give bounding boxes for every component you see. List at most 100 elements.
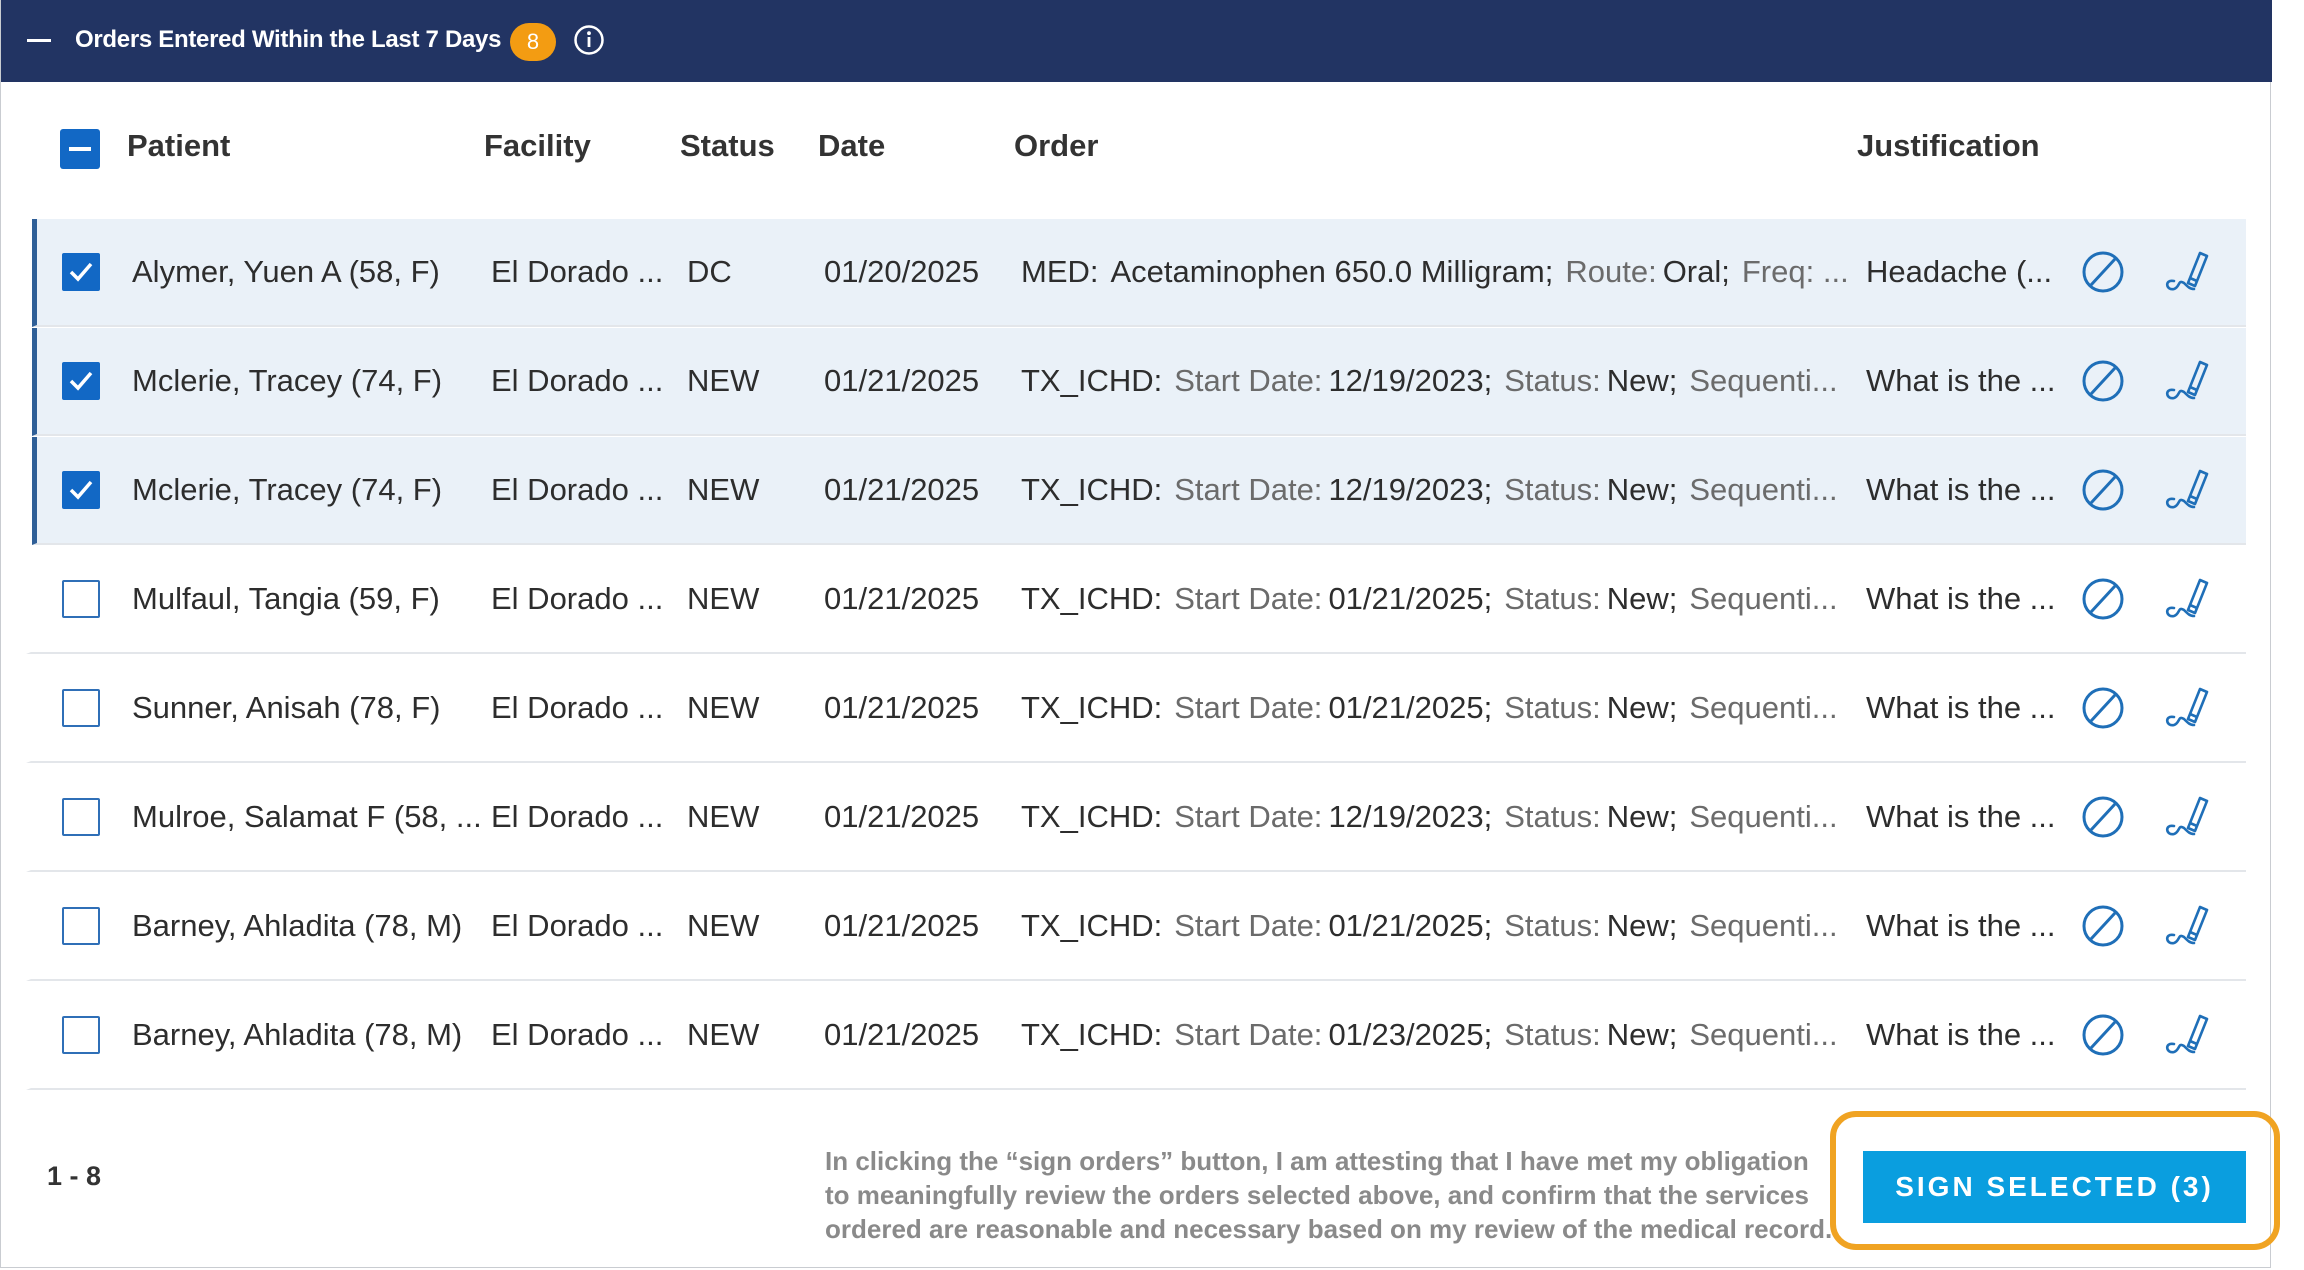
order-detail-label: Sequenti... <box>1689 908 1838 943</box>
sign-selected-button[interactable]: SIGN SELECTED (3) <box>1863 1151 2246 1223</box>
column-header-date[interactable]: Date <box>818 128 885 164</box>
cancel-circle-icon[interactable] <box>2078 356 2128 406</box>
order-date: 01/21/2025 <box>824 1017 980 1052</box>
order-date: 01/21/2025 <box>824 908 980 943</box>
sign-pen-icon[interactable] <box>2160 356 2210 406</box>
attestation-line: In clicking the “sign orders” button, I … <box>825 1146 1809 1176</box>
table-row[interactable]: Barney, Ahladita (78, M) El Dorado ... NEW… <box>26 982 2246 1090</box>
column-header-order[interactable]: Order <box>1014 128 1098 164</box>
order-detail-label: Status: <box>1504 581 1601 616</box>
order-detail-label: Start Date: <box>1174 908 1323 943</box>
order-summary: TX_ICHD: Start Date: 01/21/2025; Status: New… <box>1021 546 1881 652</box>
cancel-circle-icon[interactable] <box>2078 792 2128 842</box>
row-checkbox[interactable] <box>62 471 100 509</box>
sign-pen-icon[interactable] <box>2160 465 2210 515</box>
order-detail-label: Sequenti... <box>1689 581 1838 616</box>
sign-pen-icon[interactable] <box>2160 247 2210 297</box>
order-detail: Sequenti... <box>1689 1017 1837 1052</box>
order-detail: Status: New; <box>1504 908 1677 943</box>
attestation-line: ordered are reasonable and necessary bas… <box>825 1214 1833 1244</box>
row-checkbox[interactable] <box>62 1016 100 1054</box>
order-summary: TX_ICHD: Start Date: 01/23/2025; Status: New… <box>1021 982 1881 1088</box>
order-detail: Start Date: 01/23/2025; <box>1174 1017 1492 1052</box>
row-checkbox[interactable] <box>62 580 100 618</box>
order-detail-label: Start Date: <box>1174 581 1323 616</box>
orders-panel: Orders Entered Within the Last 7 Days 8 … <box>0 0 2272 1268</box>
order-summary: TX_ICHD: Start Date: 01/21/2025; Status: New… <box>1021 873 1881 979</box>
order-status: NEW <box>687 1017 760 1052</box>
order-detail: Start Date: 12/19/2023; <box>1174 363 1492 398</box>
collapse-icon[interactable] <box>25 30 53 52</box>
order-detail-label: Status: <box>1504 799 1601 834</box>
order-status: NEW <box>687 799 760 834</box>
order-status: NEW <box>687 690 760 725</box>
order-detail-value: 12/19/2023; <box>1328 363 1493 398</box>
column-header-patient[interactable]: Patient <box>127 128 230 164</box>
table-row[interactable]: Mclerie, Tracey (74, F) El Dorado ... NEW 0… <box>32 328 2246 436</box>
row-checkbox[interactable] <box>62 907 100 945</box>
order-type: TX_ICHD: <box>1021 581 1163 616</box>
sign-pen-icon[interactable] <box>2160 792 2210 842</box>
row-checkbox[interactable] <box>62 798 100 836</box>
order-detail-label: Sequenti... <box>1689 472 1838 507</box>
table-row[interactable]: Sunner, Anisah (78, F) El Dorado ... NEW 01… <box>26 655 2246 763</box>
order-detail: Sequenti... <box>1689 472 1837 507</box>
order-summary: TX_ICHD: Start Date: 12/19/2023; Status: New… <box>1021 437 1881 543</box>
patient-name: Barney, Ahladita (78, M) <box>132 908 463 943</box>
order-detail-label: Status: <box>1504 363 1601 398</box>
order-date: 01/20/2025 <box>824 254 980 289</box>
check-icon <box>69 262 93 282</box>
row-checkbox[interactable] <box>62 253 100 291</box>
cancel-circle-icon[interactable] <box>2078 247 2128 297</box>
row-checkbox[interactable] <box>62 689 100 727</box>
order-summary: TX_ICHD: Start Date: 01/21/2025; Status: New… <box>1021 655 1881 761</box>
order-detail: Start Date: 01/21/2025; <box>1174 690 1492 725</box>
cancel-circle-icon[interactable] <box>2078 574 2128 624</box>
info-icon[interactable] <box>573 24 605 56</box>
order-detail-value: New; <box>1606 1017 1678 1052</box>
order-detail-value: 12/19/2023; <box>1328 799 1493 834</box>
sign-pen-icon[interactable] <box>2160 683 2210 733</box>
sign-pen-icon[interactable] <box>2160 574 2210 624</box>
patient-name: Sunner, Anisah (78, F) <box>132 690 441 725</box>
order-detail-value: 01/21/2025; <box>1328 581 1493 616</box>
cancel-circle-icon[interactable] <box>2078 1010 2128 1060</box>
order-detail-label: Freq: ... <box>1741 254 1849 289</box>
justification-text: Headache (... <box>1866 254 2053 289</box>
order-detail-value: Oral; <box>1662 254 1730 289</box>
order-detail-value: Acetaminophen 650.0 Milligram; <box>1110 254 1554 289</box>
order-detail-label: Start Date: <box>1174 799 1323 834</box>
select-all-checkbox[interactable] <box>60 129 100 169</box>
order-detail: Start Date: 12/19/2023; <box>1174 472 1492 507</box>
row-checkbox[interactable] <box>62 362 100 400</box>
order-detail: Sequenti... <box>1689 799 1837 834</box>
justification-text: What is the ... <box>1866 799 2056 834</box>
order-detail-label: Sequenti... <box>1689 363 1838 398</box>
sign-pen-icon[interactable] <box>2160 1010 2210 1060</box>
order-detail: Status: New; <box>1504 690 1677 725</box>
attestation-line: to meaningfully review the orders select… <box>825 1180 1809 1210</box>
order-detail-label: Status: <box>1504 908 1601 943</box>
cancel-circle-icon[interactable] <box>2078 901 2128 951</box>
order-detail-label: Route: <box>1565 254 1657 289</box>
cancel-circle-icon[interactable] <box>2078 465 2128 515</box>
order-summary: TX_ICHD: Start Date: 12/19/2023; Status: New… <box>1021 764 1881 870</box>
column-header-facility[interactable]: Facility <box>484 128 591 164</box>
table-row[interactable]: Mclerie, Tracey (74, F) El Dorado ... NEW 0… <box>32 437 2246 545</box>
table-row[interactable]: Mulfaul, Tangia (59, F) El Dorado ... NEW 0… <box>26 546 2246 654</box>
table-row[interactable]: Mulroe, Salamat F (58, ... El Dorado ... N… <box>26 764 2246 872</box>
order-type: TX_ICHD: <box>1021 799 1163 834</box>
column-header-justification[interactable]: Justification <box>1857 128 2040 164</box>
patient-name: Mclerie, Tracey (74, F) <box>132 363 443 398</box>
order-summary: TX_ICHD: Start Date: 12/19/2023; Status: New… <box>1021 328 1881 434</box>
sign-pen-icon[interactable] <box>2160 901 2210 951</box>
order-detail-value: New; <box>1606 581 1678 616</box>
panel-title: Orders Entered Within the Last 7 Days <box>75 26 502 53</box>
patient-name: Alymer, Yuen A (58, F) <box>132 254 440 289</box>
cancel-circle-icon[interactable] <box>2078 683 2128 733</box>
table-row[interactable]: Barney, Ahladita (78, M) El Dorado ... NEW… <box>26 873 2246 981</box>
table-row[interactable]: Alymer, Yuen A (58, F) El Dorado ... DC 01/… <box>32 219 2246 327</box>
column-header-status[interactable]: Status <box>680 128 775 164</box>
justification-text: What is the ... <box>1866 908 2056 943</box>
facility-name: El Dorado ... <box>491 254 664 289</box>
